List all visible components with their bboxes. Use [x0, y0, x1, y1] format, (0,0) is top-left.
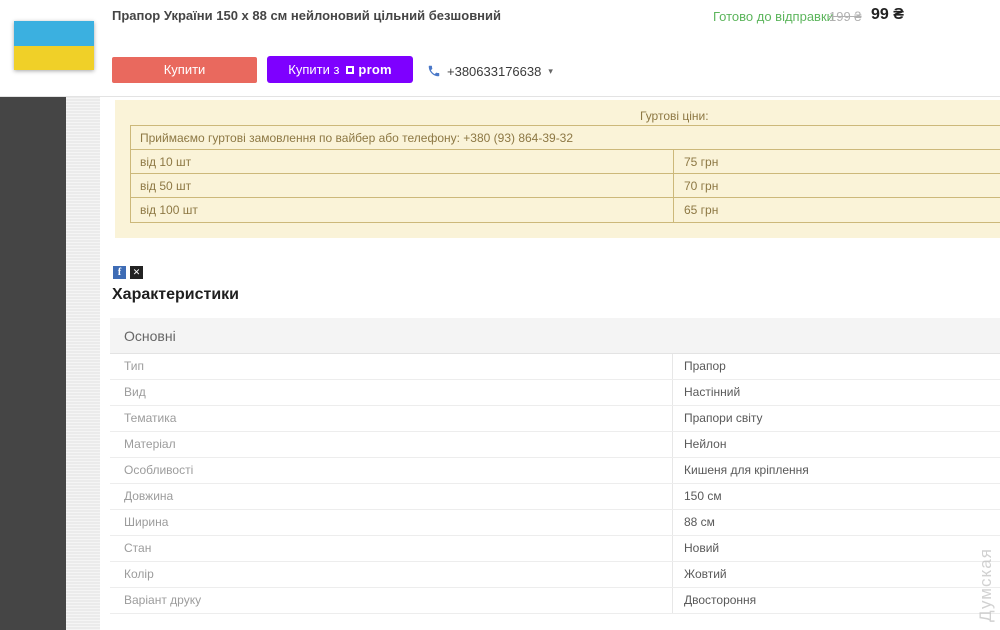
wholesale-price: 70 грн [674, 174, 1000, 197]
spec-value: Двостороння [672, 588, 1000, 613]
phone-dropdown[interactable]: +380633176638 ▾ [427, 61, 553, 81]
flag-blue-stripe [14, 21, 94, 46]
spec-value: Прапор [672, 354, 1000, 379]
left-sidebar [0, 97, 66, 630]
buy-with-label: Купити з [288, 56, 339, 83]
spec-label: Довжина [110, 484, 672, 509]
table-row: Матеріал Нейлон [110, 432, 1000, 458]
flag-yellow-stripe [14, 46, 94, 70]
table-row: від 50 шт 70 грн [131, 174, 1000, 198]
spec-value: Нейлон [672, 432, 1000, 457]
spec-label: Стан [110, 536, 672, 561]
table-row: Тематика Прапори світу [110, 406, 1000, 432]
table-row: Вид Настінний [110, 380, 1000, 406]
table-row: Довжина 150 см [110, 484, 1000, 510]
table-row: Тип Прапор [110, 354, 1000, 380]
characteristics-group-header: Основні [110, 318, 1000, 354]
availability-status: Готово до відправки [713, 9, 834, 24]
spec-value: 88 см [672, 510, 1000, 535]
current-price: 99 ₴ [871, 6, 904, 24]
wholesale-price: 75 грн [674, 150, 1000, 173]
phone-icon [427, 64, 441, 78]
prom-wordmark: prom [358, 56, 391, 83]
spec-value: Кишеня для кріплення [672, 458, 1000, 483]
wholesale-qty: від 50 шт [131, 174, 674, 197]
spec-label: Тип [110, 354, 672, 379]
wholesale-price: 65 грн [674, 198, 1000, 222]
wholesale-qty: від 10 шт [131, 150, 674, 173]
facebook-icon[interactable]: f [113, 266, 126, 279]
wholesale-qty: від 100 шт [131, 198, 674, 222]
product-title: Прапор України 150 х 88 см нейлоновий ці… [112, 8, 501, 23]
table-row: Стан Новий [110, 536, 1000, 562]
characteristics-table: Основні Тип Прапор Вид Настінний Тематик… [110, 318, 1000, 614]
spec-label: Особливості [110, 458, 672, 483]
chevron-down-icon: ▾ [548, 66, 553, 77]
spec-value: 150 см [672, 484, 1000, 509]
buy-button[interactable]: Купити [112, 57, 257, 83]
table-row: Особливості Кишеня для кріплення [110, 458, 1000, 484]
old-price: 199 ₴ [829, 9, 862, 24]
spec-label: Ширина [110, 510, 672, 535]
table-row: Ширина 88 см [110, 510, 1000, 536]
spec-value: Настінний [672, 380, 1000, 405]
table-row: від 10 шт 75 грн [131, 150, 1000, 174]
table-row: Варіант друку Двостороння [110, 588, 1000, 614]
buy-with-prom-button[interactable]: Купити з prom [267, 56, 413, 83]
spec-label: Тематика [110, 406, 672, 431]
spec-label: Варіант друку [110, 588, 672, 613]
sticky-buy-header: Прапор України 150 х 88 см нейлоновий ці… [0, 0, 1000, 97]
wholesale-title: Гуртові ціни: [640, 109, 709, 123]
spec-label: Матеріал [110, 432, 672, 457]
site-watermark: Думская [976, 540, 996, 630]
spec-value: Прапори світу [672, 406, 1000, 431]
wholesale-note: Приймаємо гуртові замовлення по вайбер а… [131, 126, 1000, 150]
spec-label: Колір [110, 562, 672, 587]
characteristics-heading: Характеристики [112, 286, 239, 304]
product-thumbnail[interactable] [14, 21, 94, 70]
phone-number: +380633176638 [447, 64, 541, 79]
spec-label: Вид [110, 380, 672, 405]
page: Гуртові ціни: Приймаємо гуртові замовлен… [0, 0, 1000, 630]
spec-value: Жовтий [672, 562, 1000, 587]
spec-value: Новий [672, 536, 1000, 561]
wholesale-panel: Гуртові ціни: Приймаємо гуртові замовлен… [115, 100, 1000, 238]
x-twitter-icon[interactable]: ✕ [130, 266, 143, 279]
table-row: Колір Жовтий [110, 562, 1000, 588]
prom-logo-icon [346, 66, 354, 74]
wholesale-table: Приймаємо гуртові замовлення по вайбер а… [130, 125, 1000, 223]
social-share: f ✕ [113, 266, 143, 279]
page-gutter [66, 97, 100, 630]
table-row: від 100 шт 65 грн [131, 198, 1000, 222]
